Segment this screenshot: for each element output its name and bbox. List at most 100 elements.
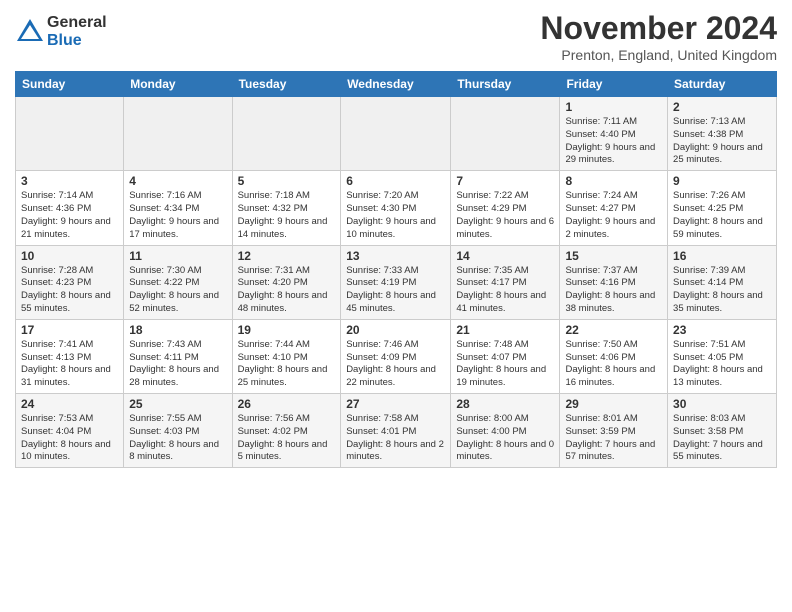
day-number: 21 bbox=[456, 323, 554, 337]
month-title: November 2024 bbox=[540, 10, 777, 47]
day-number: 26 bbox=[238, 397, 336, 411]
table-row: 4 Sunrise: 7:16 AMSunset: 4:34 PMDaylight… bbox=[124, 171, 232, 245]
day-number: 9 bbox=[673, 174, 771, 188]
day-info: Sunrise: 7:11 AMSunset: 4:40 PMDaylight:… bbox=[565, 116, 662, 167]
calendar-week-row: 1 Sunrise: 7:11 AMSunset: 4:40 PMDaylight… bbox=[16, 97, 777, 171]
day-info: Sunrise: 7:46 AMSunset: 4:09 PMDaylight:… bbox=[346, 339, 445, 390]
location-subtitle: Prenton, England, United Kingdom bbox=[540, 47, 777, 63]
day-number: 8 bbox=[565, 174, 662, 188]
table-row bbox=[16, 97, 124, 171]
table-row: 24 Sunrise: 7:53 AMSunset: 4:04 PMDayligh… bbox=[16, 394, 124, 468]
day-number: 7 bbox=[456, 174, 554, 188]
table-row: 7Sunrise: 7:22 AMSunset: 4:29 PMDaylight… bbox=[451, 171, 560, 245]
day-number: 27 bbox=[346, 397, 445, 411]
day-info: Sunrise: 7:39 AMSunset: 4:14 PMDaylight:… bbox=[673, 265, 771, 316]
day-number: 19 bbox=[238, 323, 336, 337]
day-info: Sunrise: 7:51 AMSunset: 4:05 PMDaylight:… bbox=[673, 339, 771, 390]
day-info: Sunrise: 7:16 AMSunset: 4:34 PMDaylight:… bbox=[129, 190, 226, 241]
table-row: 22 Sunrise: 7:50 AMSunset: 4:06 PMDayligh… bbox=[560, 319, 668, 393]
title-block: November 2024 Prenton, England, United K… bbox=[540, 10, 777, 63]
day-number: 29 bbox=[565, 397, 662, 411]
table-row: 10 Sunrise: 7:28 AMSunset: 4:23 PMDayligh… bbox=[16, 245, 124, 319]
day-info: Sunrise: 7:18 AMSunset: 4:32 PMDaylight:… bbox=[238, 190, 336, 241]
table-row: 6 Sunrise: 7:20 AMSunset: 4:30 PMDaylight… bbox=[341, 171, 451, 245]
col-thursday: Thursday bbox=[451, 72, 560, 97]
calendar-week-row: 24 Sunrise: 7:53 AMSunset: 4:04 PMDayligh… bbox=[16, 394, 777, 468]
day-number: 3 bbox=[21, 174, 118, 188]
table-row bbox=[124, 97, 232, 171]
calendar-week-row: 10 Sunrise: 7:28 AMSunset: 4:23 PMDayligh… bbox=[16, 245, 777, 319]
day-info: Sunrise: 7:35 AMSunset: 4:17 PMDaylight:… bbox=[456, 265, 554, 316]
table-row: 9Sunrise: 7:26 AMSunset: 4:25 PMDaylight… bbox=[668, 171, 777, 245]
calendar-week-row: 3 Sunrise: 7:14 AMSunset: 4:36 PMDaylight… bbox=[16, 171, 777, 245]
table-row: 15Sunrise: 7:37 AMSunset: 4:16 PMDayligh… bbox=[560, 245, 668, 319]
table-row: 25 Sunrise: 7:55 AMSunset: 4:03 PMDayligh… bbox=[124, 394, 232, 468]
table-row: 1 Sunrise: 7:11 AMSunset: 4:40 PMDaylight… bbox=[560, 97, 668, 171]
table-row bbox=[451, 97, 560, 171]
day-number: 17 bbox=[21, 323, 118, 337]
day-info: Sunrise: 7:48 AMSunset: 4:07 PMDaylight:… bbox=[456, 339, 554, 390]
day-number: 5 bbox=[238, 174, 336, 188]
day-number: 25 bbox=[129, 397, 226, 411]
day-info: Sunrise: 7:28 AMSunset: 4:23 PMDaylight:… bbox=[21, 265, 118, 316]
day-number: 12 bbox=[238, 249, 336, 263]
table-row: 18Sunrise: 7:43 AMSunset: 4:11 PMDayligh… bbox=[124, 319, 232, 393]
calendar-week-row: 17 Sunrise: 7:41 AMSunset: 4:13 PMDayligh… bbox=[16, 319, 777, 393]
day-info: Sunrise: 7:44 AMSunset: 4:10 PMDaylight:… bbox=[238, 339, 336, 390]
day-info: Sunrise: 7:30 AMSunset: 4:22 PMDaylight:… bbox=[129, 265, 226, 316]
day-number: 22 bbox=[565, 323, 662, 337]
day-info: Sunrise: 7:31 AMSunset: 4:20 PMDaylight:… bbox=[238, 265, 336, 316]
day-info: Sunrise: 7:43 AMSunset: 4:11 PMDaylight:… bbox=[129, 339, 226, 390]
day-info: Sunrise: 8:00 AMSunset: 4:00 PMDaylight:… bbox=[456, 413, 554, 464]
table-row: 21 Sunrise: 7:48 AMSunset: 4:07 PMDayligh… bbox=[451, 319, 560, 393]
day-info: Sunrise: 8:03 AMSunset: 3:58 PMDaylight:… bbox=[673, 413, 771, 464]
table-row: 11 Sunrise: 7:30 AMSunset: 4:22 PMDayligh… bbox=[124, 245, 232, 319]
day-info: Sunrise: 7:33 AMSunset: 4:19 PMDaylight:… bbox=[346, 265, 445, 316]
table-row: 8 Sunrise: 7:24 AMSunset: 4:27 PMDaylight… bbox=[560, 171, 668, 245]
table-row: 20Sunrise: 7:46 AMSunset: 4:09 PMDayligh… bbox=[341, 319, 451, 393]
col-tuesday: Tuesday bbox=[232, 72, 341, 97]
col-friday: Friday bbox=[560, 72, 668, 97]
calendar-header-row: Sunday Monday Tuesday Wednesday Thursday… bbox=[16, 72, 777, 97]
logo-general: General bbox=[47, 14, 107, 32]
table-row: 5 Sunrise: 7:18 AMSunset: 4:32 PMDaylight… bbox=[232, 171, 341, 245]
day-info: Sunrise: 7:53 AMSunset: 4:04 PMDaylight:… bbox=[21, 413, 118, 464]
calendar-table: Sunday Monday Tuesday Wednesday Thursday… bbox=[15, 71, 777, 468]
logo: General Blue bbox=[15, 14, 107, 49]
day-number: 2 bbox=[673, 100, 771, 114]
table-row: 17 Sunrise: 7:41 AMSunset: 4:13 PMDayligh… bbox=[16, 319, 124, 393]
table-row: 23Sunrise: 7:51 AMSunset: 4:05 PMDayligh… bbox=[668, 319, 777, 393]
table-row: 27 Sunrise: 7:58 AMSunset: 4:01 PMDayligh… bbox=[341, 394, 451, 468]
table-row: 13Sunrise: 7:33 AMSunset: 4:19 PMDayligh… bbox=[341, 245, 451, 319]
col-monday: Monday bbox=[124, 72, 232, 97]
table-row: 30 Sunrise: 8:03 AMSunset: 3:58 PMDayligh… bbox=[668, 394, 777, 468]
day-number: 4 bbox=[129, 174, 226, 188]
table-row: 29Sunrise: 8:01 AMSunset: 3:59 PMDayligh… bbox=[560, 394, 668, 468]
table-row: 26 Sunrise: 7:56 AMSunset: 4:02 PMDayligh… bbox=[232, 394, 341, 468]
table-row: 16Sunrise: 7:39 AMSunset: 4:14 PMDayligh… bbox=[668, 245, 777, 319]
day-info: Sunrise: 7:41 AMSunset: 4:13 PMDaylight:… bbox=[21, 339, 118, 390]
table-row: 19 Sunrise: 7:44 AMSunset: 4:10 PMDayligh… bbox=[232, 319, 341, 393]
day-info: Sunrise: 7:24 AMSunset: 4:27 PMDaylight:… bbox=[565, 190, 662, 241]
day-number: 28 bbox=[456, 397, 554, 411]
table-row: 12 Sunrise: 7:31 AMSunset: 4:20 PMDayligh… bbox=[232, 245, 341, 319]
day-info: Sunrise: 7:20 AMSunset: 4:30 PMDaylight:… bbox=[346, 190, 445, 241]
day-number: 10 bbox=[21, 249, 118, 263]
day-info: Sunrise: 7:50 AMSunset: 4:06 PMDaylight:… bbox=[565, 339, 662, 390]
day-info: Sunrise: 7:58 AMSunset: 4:01 PMDaylight:… bbox=[346, 413, 445, 464]
day-number: 15 bbox=[565, 249, 662, 263]
day-number: 24 bbox=[21, 397, 118, 411]
col-saturday: Saturday bbox=[668, 72, 777, 97]
table-row: 28 Sunrise: 8:00 AMSunset: 4:00 PMDayligh… bbox=[451, 394, 560, 468]
day-number: 14 bbox=[456, 249, 554, 263]
day-info: Sunrise: 7:56 AMSunset: 4:02 PMDaylight:… bbox=[238, 413, 336, 464]
day-number: 30 bbox=[673, 397, 771, 411]
day-number: 6 bbox=[346, 174, 445, 188]
page-header: General Blue November 2024 Prenton, Engl… bbox=[15, 10, 777, 63]
col-sunday: Sunday bbox=[16, 72, 124, 97]
day-number: 11 bbox=[129, 249, 226, 263]
day-info: Sunrise: 7:14 AMSunset: 4:36 PMDaylight:… bbox=[21, 190, 118, 241]
day-info: Sunrise: 7:55 AMSunset: 4:03 PMDaylight:… bbox=[129, 413, 226, 464]
table-row: 3 Sunrise: 7:14 AMSunset: 4:36 PMDaylight… bbox=[16, 171, 124, 245]
day-number: 1 bbox=[565, 100, 662, 114]
